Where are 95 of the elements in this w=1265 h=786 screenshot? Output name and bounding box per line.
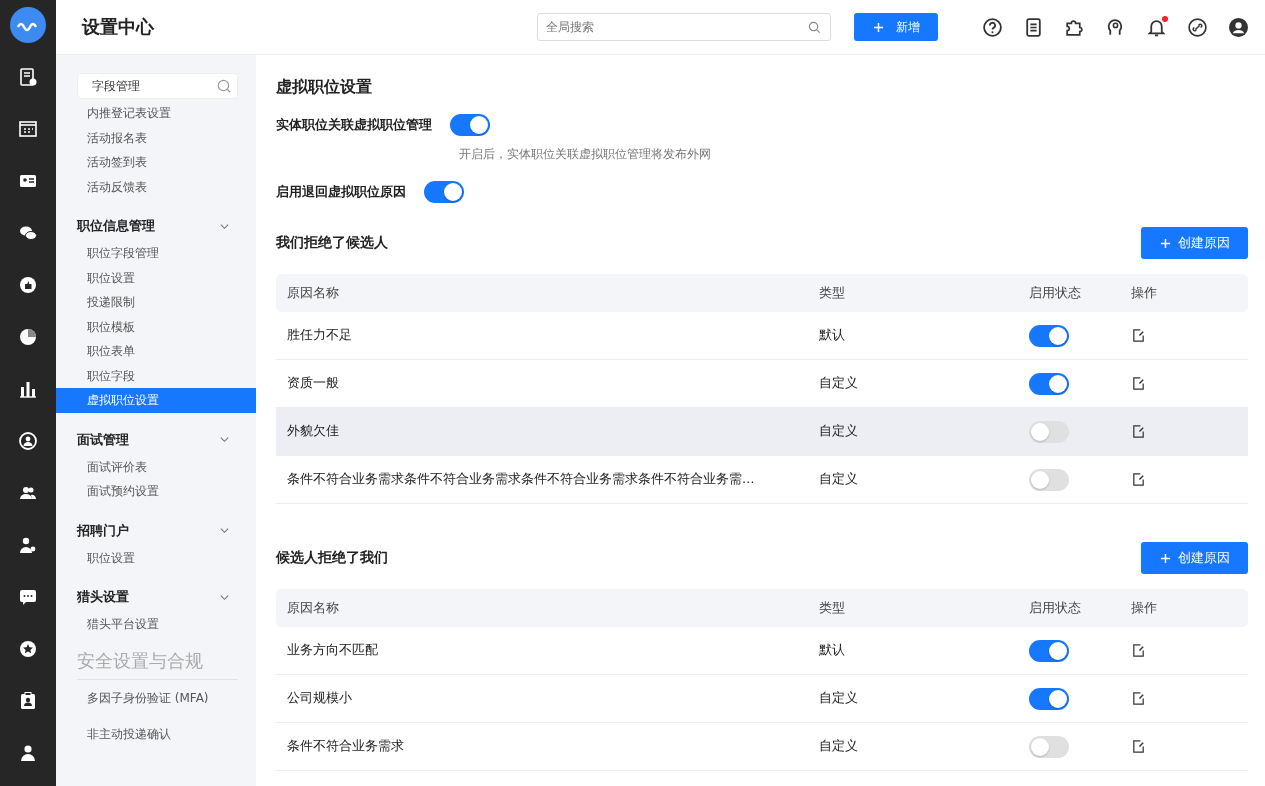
sidebar-item[interactable]: 猎头平台设置: [56, 612, 256, 637]
sidebar-item[interactable]: 投递限制: [56, 290, 256, 315]
sidebar-item[interactable]: 面试评价表: [56, 454, 256, 479]
table-cell-text: 默认: [819, 642, 846, 659]
table-cell-text: 自定义: [819, 423, 859, 440]
table-cell-text: 业务方向不匹配: [287, 642, 379, 659]
search-icon: [808, 21, 821, 34]
section-title: 安全设置与合规: [77, 648, 238, 680]
plus-icon: [1159, 552, 1171, 564]
chat-icon[interactable]: [18, 223, 38, 243]
toggle-switch[interactable]: [1029, 735, 1069, 758]
create-reason-button[interactable]: 创建原因: [1141, 227, 1248, 259]
doc-icon[interactable]: [18, 67, 38, 87]
column-header: 操作: [1131, 599, 1158, 617]
link-icon[interactable]: [1187, 16, 1208, 38]
toggle-switch[interactable]: [1029, 639, 1069, 662]
chevron-icon[interactable]: [219, 525, 230, 536]
setting-label: 实体职位关联虚拟职位管理: [276, 116, 432, 134]
add-button[interactable]: 新增: [854, 13, 938, 41]
help-icon[interactable]: [982, 16, 1003, 38]
sidebar-item[interactable]: 活动报名表: [56, 125, 256, 150]
column-header: 类型: [819, 284, 846, 302]
create-reason-button[interactable]: 创建原因: [1141, 542, 1248, 574]
chevron-icon[interactable]: [219, 434, 230, 445]
sidebar-item[interactable]: 非主动投递确认: [56, 715, 256, 752]
column-header: 原因名称: [287, 284, 340, 302]
page-heading: 虚拟职位设置: [276, 77, 373, 98]
table-cell-text: 条件不符合业务需求: [287, 738, 405, 755]
group-title[interactable]: 招聘门户: [77, 521, 129, 540]
sidebar-item[interactable]: 职位设置: [56, 545, 256, 570]
toggle-switch[interactable]: [1029, 324, 1069, 347]
sidebar-item[interactable]: 面试预约设置: [56, 479, 256, 504]
table-cell-text: 默认: [819, 327, 846, 344]
person-circle-icon[interactable]: [18, 431, 38, 451]
badge-icon[interactable]: [18, 691, 38, 711]
edit-icon[interactable]: [1131, 376, 1146, 391]
table-cell-text: 资质一般: [287, 375, 340, 392]
sidebar-item[interactable]: 内推登记表设置: [56, 101, 256, 126]
table-cell-text: 公司规模小: [287, 690, 353, 707]
toggle-switch[interactable]: [1029, 372, 1069, 395]
edit-icon[interactable]: [1131, 424, 1146, 439]
plus-icon: [872, 21, 884, 33]
plus-icon: [1159, 237, 1171, 249]
group-title[interactable]: 职位信息管理: [77, 217, 155, 235]
sidebar-item[interactable]: 虚拟职位设置: [56, 388, 256, 413]
table-cell-text: 胜任力不足: [287, 327, 353, 344]
logo-icon[interactable]: [10, 7, 46, 43]
avatar-icon[interactable]: [1228, 16, 1249, 38]
edit-icon[interactable]: [1131, 643, 1146, 658]
edit-icon[interactable]: [1131, 739, 1146, 754]
column-header: 操作: [1131, 284, 1158, 302]
pie-chart-icon[interactable]: [18, 327, 38, 347]
toggle-switch[interactable]: [1029, 468, 1069, 491]
toggle-switch[interactable]: [450, 114, 490, 136]
sidebar-item[interactable]: 职位字段管理: [56, 241, 256, 266]
sidebar-item[interactable]: 职位设置: [56, 265, 256, 290]
section-heading: 我们拒绝了候选人: [276, 234, 388, 252]
sidebar-item[interactable]: 活动反馈表: [56, 174, 256, 199]
column-header: 原因名称: [287, 599, 340, 617]
search-field[interactable]: 字段管理: [77, 73, 238, 99]
table-cell-text: 自定义: [819, 375, 859, 392]
section-heading: 候选人拒绝了我们: [276, 549, 388, 567]
sidebar-item[interactable]: 职位字段: [56, 363, 256, 388]
table-cell-text: 自定义: [819, 471, 859, 488]
setting-label: 启用退回虚拟职位原因: [276, 183, 406, 201]
document-icon[interactable]: [1023, 16, 1044, 38]
group-title[interactable]: 猎头设置: [77, 588, 129, 606]
sidebar-item[interactable]: 多因子身份验证 (MFA): [56, 679, 256, 716]
edit-icon[interactable]: [1131, 328, 1146, 343]
edit-icon[interactable]: [1131, 691, 1146, 706]
column-header: 启用状态: [1029, 284, 1082, 302]
table-cell-text: 外貌欠佳: [287, 423, 340, 440]
message-icon[interactable]: [18, 587, 38, 607]
toggle-switch[interactable]: [424, 181, 464, 203]
toggle-switch[interactable]: [1029, 687, 1069, 710]
table-cell-text: 自定义: [819, 690, 859, 707]
edit-icon[interactable]: [1131, 472, 1146, 487]
setting-hint: 开启后，实体职位关联虚拟职位管理将发布外网: [459, 146, 712, 163]
bar-chart-icon[interactable]: [18, 379, 38, 399]
table-cell-text: 条件不符合业务需求条件不符合业务需求条件不符合业务需求条件不符合业务需…: [287, 471, 756, 488]
column-header: 类型: [819, 599, 846, 617]
sidebar-item[interactable]: 职位模板: [56, 314, 256, 339]
calendar-icon[interactable]: [18, 119, 38, 139]
person-gear-icon[interactable]: [18, 535, 38, 555]
toggle-switch[interactable]: [1029, 420, 1069, 443]
table-cell-text: 自定义: [819, 738, 859, 755]
column-header: 启用状态: [1029, 599, 1082, 617]
thumbs-up-icon[interactable]: [18, 275, 38, 295]
search-icon: [217, 79, 232, 94]
search-field[interactable]: 全局搜索: [537, 13, 831, 41]
group-title[interactable]: 面试管理: [77, 430, 129, 449]
page-title: 设置中心: [82, 15, 155, 39]
sidebar-item[interactable]: 活动签到表: [56, 150, 256, 175]
person-icon[interactable]: [18, 743, 38, 763]
sidebar-item[interactable]: 职位表单: [56, 339, 256, 364]
